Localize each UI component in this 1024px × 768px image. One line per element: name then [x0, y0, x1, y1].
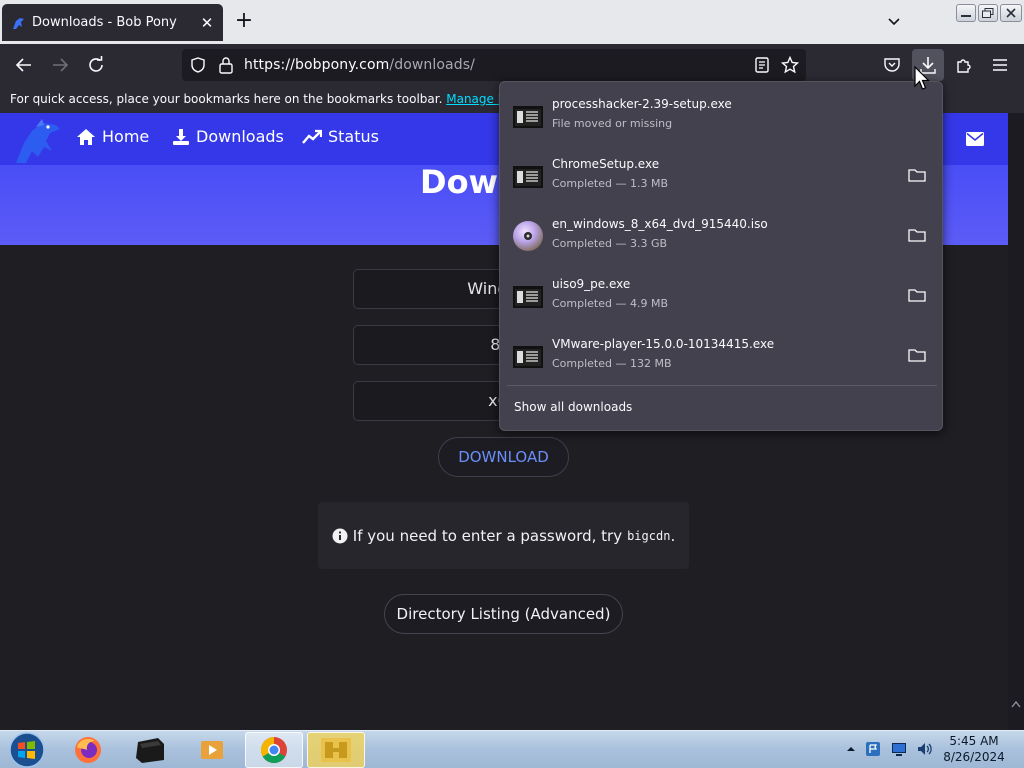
download-filename: ChromeSetup.exe — [552, 157, 660, 171]
show-all-downloads-button[interactable]: Show all downloads — [514, 400, 632, 414]
show-hidden-icons-chevron-icon[interactable] — [846, 744, 856, 754]
extensions-puzzle-icon[interactable] — [952, 53, 976, 77]
open-folder-icon[interactable] — [908, 287, 926, 303]
minimize-window-button[interactable] — [956, 4, 976, 22]
taskbar-clock[interactable]: 5:45 AM 8/26/2024 — [934, 733, 1014, 765]
taskbar-imgburn[interactable] — [307, 732, 365, 768]
forward-arrow-icon[interactable] — [48, 53, 72, 77]
nav-downloads-label: Downloads — [196, 127, 284, 146]
volume-speaker-icon[interactable] — [916, 740, 934, 758]
mail-envelope-icon[interactable] — [966, 131, 984, 150]
page-scrollbar[interactable] — [1008, 113, 1024, 730]
download-filename: processhacker-2.39-setup.exe — [552, 97, 732, 111]
tab-title: Downloads - Bob Pony — [32, 15, 177, 30]
nav-downloads-link[interactable]: Downloads — [172, 127, 284, 146]
disc-image-icon — [512, 220, 544, 252]
panel-divider — [507, 385, 937, 386]
directory-listing-button[interactable]: Directory Listing (Advanced) — [384, 594, 623, 634]
open-folder-icon[interactable] — [908, 347, 926, 363]
terminal-icon — [136, 738, 164, 763]
list-all-tabs-chevron-icon[interactable] — [884, 12, 904, 32]
start-button[interactable] — [6, 731, 48, 768]
tab-downloads-bob-pony[interactable]: Downloads - Bob Pony ✕ — [2, 4, 223, 41]
tab-close-icon[interactable]: ✕ — [199, 14, 215, 32]
clock-date: 8/26/2024 — [943, 750, 1005, 764]
download-status: Completed — 132 MB — [552, 357, 672, 370]
bookmark-star-icon[interactable] — [780, 55, 800, 78]
bobpony-favicon-icon — [10, 15, 26, 31]
exe-file-icon — [512, 340, 544, 372]
navigation-toolbar: https://bobpony.com/downloads/ — [0, 44, 1024, 86]
download-status: Completed — 1.3 MB — [552, 177, 669, 190]
exe-file-icon — [512, 280, 544, 312]
mouse-cursor-icon — [914, 65, 930, 96]
download-item[interactable]: processhacker-2.39-setup.exe File moved … — [506, 87, 938, 143]
nav-status-label: Status — [328, 127, 379, 146]
password-hint-code: bigcdn — [627, 528, 671, 543]
imgburn-icon — [321, 738, 351, 762]
download-icon — [173, 128, 189, 145]
media-player-icon — [201, 741, 223, 759]
network-monitor-icon[interactable] — [890, 740, 908, 758]
taskbar-media-player[interactable] — [183, 732, 241, 768]
open-folder-icon[interactable] — [908, 227, 926, 243]
clock-time: 5:45 AM — [949, 734, 999, 748]
home-icon — [77, 128, 95, 145]
hamburger-menu-icon[interactable] — [988, 53, 1012, 77]
reload-icon[interactable] — [84, 53, 108, 77]
password-hint-text: If you need to enter a password, try — [352, 526, 623, 545]
chrome-icon — [260, 736, 287, 764]
exe-file-icon — [512, 160, 544, 192]
system-tray — [846, 740, 934, 758]
new-tab-button[interactable]: + — [233, 10, 255, 34]
downloads-panel: processhacker-2.39-setup.exe File moved … — [499, 81, 943, 431]
tab-strip: Downloads - Bob Pony ✕ + — [0, 0, 1024, 44]
nav-home-link[interactable]: Home — [76, 127, 149, 146]
download-filename: VMware-player-15.0.0-10134415.exe — [552, 337, 775, 351]
taskbar-firefox[interactable] — [59, 732, 117, 768]
password-hint-note: If you need to enter a password, try big… — [318, 502, 689, 569]
nav-home-label: Home — [102, 127, 150, 146]
taskbar-chrome[interactable] — [245, 732, 303, 768]
address-bar[interactable]: https://bobpony.com/downloads/ — [182, 49, 806, 81]
exe-file-icon — [512, 100, 544, 132]
bobpony-logo-icon[interactable] — [12, 117, 62, 165]
download-item[interactable]: en_windows_8_x64_dvd_915440.iso Complete… — [506, 207, 938, 263]
download-filename: en_windows_8_x64_dvd_915440.iso — [552, 217, 768, 231]
back-arrow-icon[interactable] — [12, 53, 36, 77]
download-status: Completed — 4.9 MB — [552, 297, 669, 310]
taskbar-terminal[interactable] — [121, 732, 179, 768]
close-window-button[interactable] — [1000, 4, 1022, 22]
padlock-icon[interactable] — [218, 56, 234, 78]
bookmarks-hint-text: For quick access, place your bookmarks h… — [10, 92, 443, 106]
download-status: Completed — 3.3 GB — [552, 237, 668, 250]
download-item[interactable]: ChromeSetup.exe Completed — 1.3 MB — [506, 147, 938, 203]
nav-status-link[interactable]: Status — [302, 127, 379, 146]
firefox-icon — [75, 737, 101, 763]
password-hint-period: . — [670, 526, 676, 545]
action-center-flag-icon[interactable] — [864, 740, 882, 758]
pocket-icon[interactable] — [880, 53, 904, 77]
url-text[interactable]: https://bobpony.com/downloads/ — [244, 57, 475, 73]
open-folder-icon[interactable] — [908, 167, 926, 183]
chart-line-icon — [302, 129, 322, 144]
download-status: File moved or missing — [552, 117, 673, 130]
download-button[interactable]: DOWNLOAD — [438, 437, 569, 477]
reader-view-icon[interactable] — [754, 57, 770, 77]
download-filename: uiso9_pe.exe — [552, 277, 631, 291]
download-item[interactable]: uiso9_pe.exe Completed — 4.9 MB — [506, 267, 938, 323]
info-circle-icon — [332, 528, 348, 543]
windows-taskbar: 5:45 AM 8/26/2024 — [0, 730, 1024, 768]
restore-window-button[interactable] — [978, 4, 998, 22]
download-item[interactable]: VMware-player-15.0.0-10134415.exe Comple… — [506, 327, 938, 383]
tracking-protection-shield-icon[interactable] — [190, 57, 206, 77]
